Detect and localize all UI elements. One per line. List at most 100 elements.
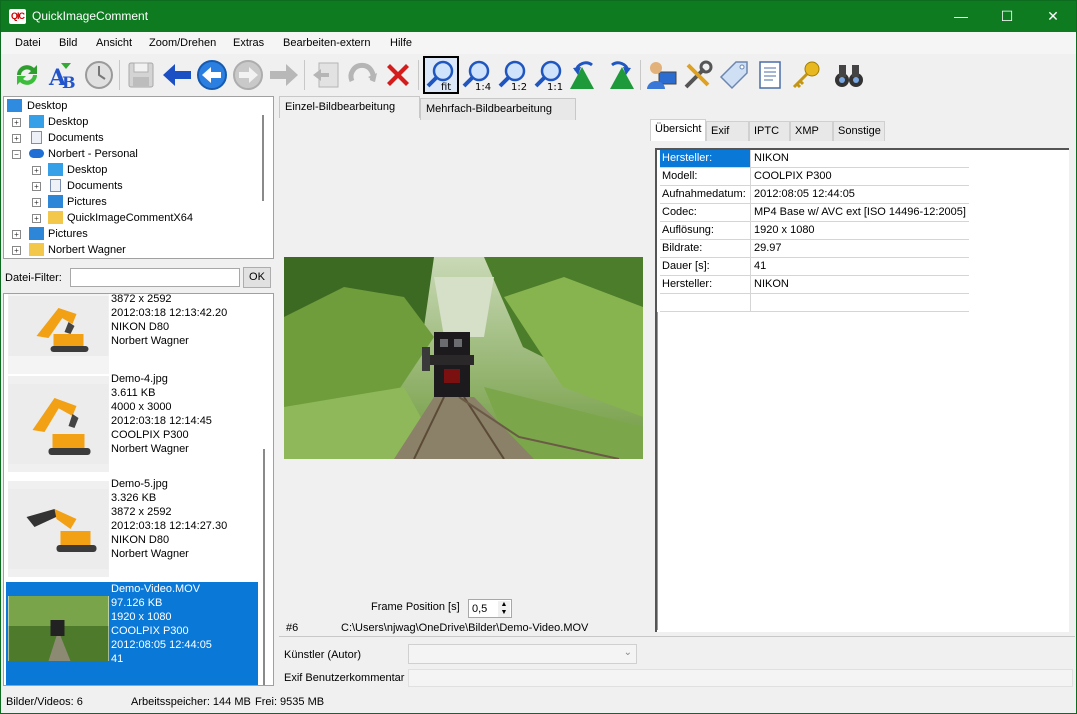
chevron-down-icon[interactable]: ⌄ [624, 647, 632, 658]
property-row[interactable]: Hersteller: NIKON [660, 276, 969, 294]
tree-expander[interactable]: + [32, 166, 41, 175]
menu-bearbeiten-extern[interactable]: Bearbeiten-extern [283, 37, 370, 49]
settings-icon[interactable] [682, 59, 714, 91]
close-button[interactable]: ✕ [1030, 1, 1076, 32]
rotate-icon[interactable] [346, 59, 378, 91]
tree-item-desktop-2[interactable]: + Desktop [32, 162, 252, 178]
pictures-icon [48, 195, 63, 208]
previous-icon[interactable] [161, 59, 193, 91]
file-filter-row: Datei-Filter: OK [3, 266, 274, 290]
document-icon [50, 179, 61, 192]
thumbnail-image [8, 481, 109, 577]
file-filter-input[interactable] [70, 268, 240, 287]
property-row[interactable]: Dauer [s]: 41 [660, 258, 969, 276]
tree-item-pictures-2[interactable]: + Pictures [32, 194, 252, 210]
menu-extras[interactable]: Extras [233, 37, 264, 49]
filter-ok-button[interactable]: OK [243, 267, 271, 288]
tree-item-documents-2[interactable]: + Documents [32, 178, 252, 194]
tree-expander[interactable]: + [12, 118, 21, 127]
property-row[interactable]: Modell: COOLPIX P300 [660, 168, 969, 186]
property-row[interactable] [660, 294, 969, 312]
tree-expander[interactable]: − [12, 150, 21, 159]
key-icon[interactable] [790, 59, 822, 91]
import-icon[interactable] [310, 59, 342, 91]
refresh-icon[interactable] [11, 59, 43, 91]
property-key: Codec: [660, 204, 751, 221]
zoom-1-1-label: 1:1 [547, 82, 563, 91]
tree-expander[interactable]: + [32, 182, 41, 191]
property-row[interactable]: Bildrate: 29.97 [660, 240, 969, 258]
tree-expander[interactable]: + [12, 134, 21, 143]
rotate-right-icon[interactable] [604, 59, 636, 91]
document-icon[interactable] [754, 59, 786, 91]
thumbnail-item-selected[interactable]: Demo-Video.MOV 97.126 KB 1920 x 1080 COO… [6, 582, 258, 685]
menu-zoom-drehen[interactable]: Zoom/Drehen [149, 37, 216, 49]
tree-item-norbert-wagner[interactable]: + Norbert Wagner [12, 242, 252, 258]
tree-item-documents[interactable]: + Documents [12, 130, 252, 146]
frame-position-spinner[interactable]: 0,5 ▲ ▼ [468, 599, 512, 618]
next-icon[interactable] [268, 59, 300, 91]
tab-mehrfach-bildbearbeitung[interactable]: Mehrfach-Bildbearbeitung [420, 98, 576, 120]
menu-hilfe[interactable]: Hilfe [390, 37, 412, 49]
zoom-fit-icon[interactable]: fit [423, 56, 459, 94]
property-key [660, 294, 751, 311]
property-row[interactable]: Auflösung: 1920 x 1080 [660, 222, 969, 240]
tag-icon[interactable] [718, 59, 750, 91]
tree-item-desktop-root[interactable]: Desktop [7, 98, 262, 114]
tab-einzel-bildbearbeitung[interactable]: Einzel-Bildbearbeitung [279, 96, 420, 118]
menu-ansicht[interactable]: Ansicht [96, 37, 132, 49]
menu-datei[interactable]: Datei [15, 37, 41, 49]
tab-iptc[interactable]: IPTC [749, 121, 790, 141]
tree-expander[interactable]: + [12, 246, 21, 255]
tab-uebersicht[interactable]: Übersicht [650, 119, 706, 141]
tree-expander[interactable]: + [32, 214, 41, 223]
delete-icon[interactable] [382, 59, 414, 91]
properties-panel: Übersicht Exif IPTC XMP Sonstige Herstel… [650, 119, 1073, 635]
minimize-button[interactable]: — [938, 1, 984, 32]
tree-item-norbert-personal[interactable]: − Norbert - Personal [12, 146, 252, 162]
property-key: Aufnahmedatum: [660, 186, 751, 203]
property-row[interactable]: Aufnahmedatum: 2012:08:05 12:44:05 [660, 186, 969, 204]
menu-bild[interactable]: Bild [59, 37, 77, 49]
tab-xmp[interactable]: XMP [790, 121, 833, 141]
rotate-left-icon[interactable] [568, 59, 600, 91]
tree-scrollbar[interactable] [262, 115, 264, 201]
clock-icon[interactable] [83, 59, 115, 91]
svg-text:B: B [62, 73, 76, 91]
maximize-button[interactable]: ☐ [984, 1, 1030, 32]
tree-item-pictures[interactable]: + Pictures [12, 226, 252, 242]
zoom-1-4-label: 1:4 [475, 82, 491, 91]
rename-icon[interactable]: AB [47, 59, 79, 91]
file-filter-label: Datei-Filter: [5, 272, 62, 284]
thumbnail-item[interactable]: Demo-5.jpg 3.326 KB 3872 x 2592 2012:03:… [6, 477, 258, 577]
artist-combobox[interactable]: ⌄ [408, 644, 637, 664]
next-circle-icon[interactable] [232, 59, 264, 91]
user-config-icon[interactable] [646, 59, 678, 91]
property-row[interactable]: Codec: MP4 Base w/ AVC ext [ISO 14496-12:… [660, 204, 969, 222]
toolbar: AB fit 1:4 1:2 1:1 [1, 54, 1076, 95]
zoom-1-1-icon[interactable]: 1:1 [533, 59, 565, 91]
property-row[interactable]: Hersteller: NIKON [660, 150, 969, 168]
save-icon[interactable] [125, 59, 157, 91]
thumbnail-scrollbar[interactable] [263, 449, 265, 685]
tree-item-quickimagecommentx64[interactable]: + QuickImageCommentX64 [32, 210, 252, 226]
tree-expander[interactable]: + [32, 198, 41, 207]
zoom-1-2-icon[interactable]: 1:2 [497, 59, 529, 91]
tree-expander[interactable]: + [12, 230, 21, 239]
spinner-down-icon[interactable]: ▼ [498, 609, 510, 617]
window-title: QuickImageComment [32, 9, 149, 23]
tab-exif[interactable]: Exif [706, 121, 749, 141]
previous-circle-icon[interactable] [196, 59, 228, 91]
exif-comment-input[interactable] [408, 669, 1073, 687]
spinner-up-icon[interactable]: ▲ [498, 601, 510, 609]
thumbnail-item[interactable]: Demo-4.jpg 3.611 KB 4000 x 3000 2012:03:… [6, 372, 258, 472]
thumbnail-caption: Demo-5.jpg 3.326 KB 3872 x 2592 2012:03:… [111, 478, 228, 560]
tree-item-label: Norbert - Personal [48, 148, 138, 160]
zoom-1-4-icon[interactable]: 1:4 [461, 59, 493, 91]
thumbnail-list[interactable]: 3872 x 2592 2012:03:18 12:13:42.20 NIKON… [3, 293, 274, 686]
tab-sonstige[interactable]: Sonstige [833, 121, 885, 141]
binoculars-icon[interactable] [833, 59, 865, 91]
folder-tree[interactable]: Desktop + Desktop + Documents − Norbert … [3, 96, 274, 259]
desktop-icon [7, 99, 22, 112]
tree-item-desktop[interactable]: + Desktop [12, 114, 252, 130]
